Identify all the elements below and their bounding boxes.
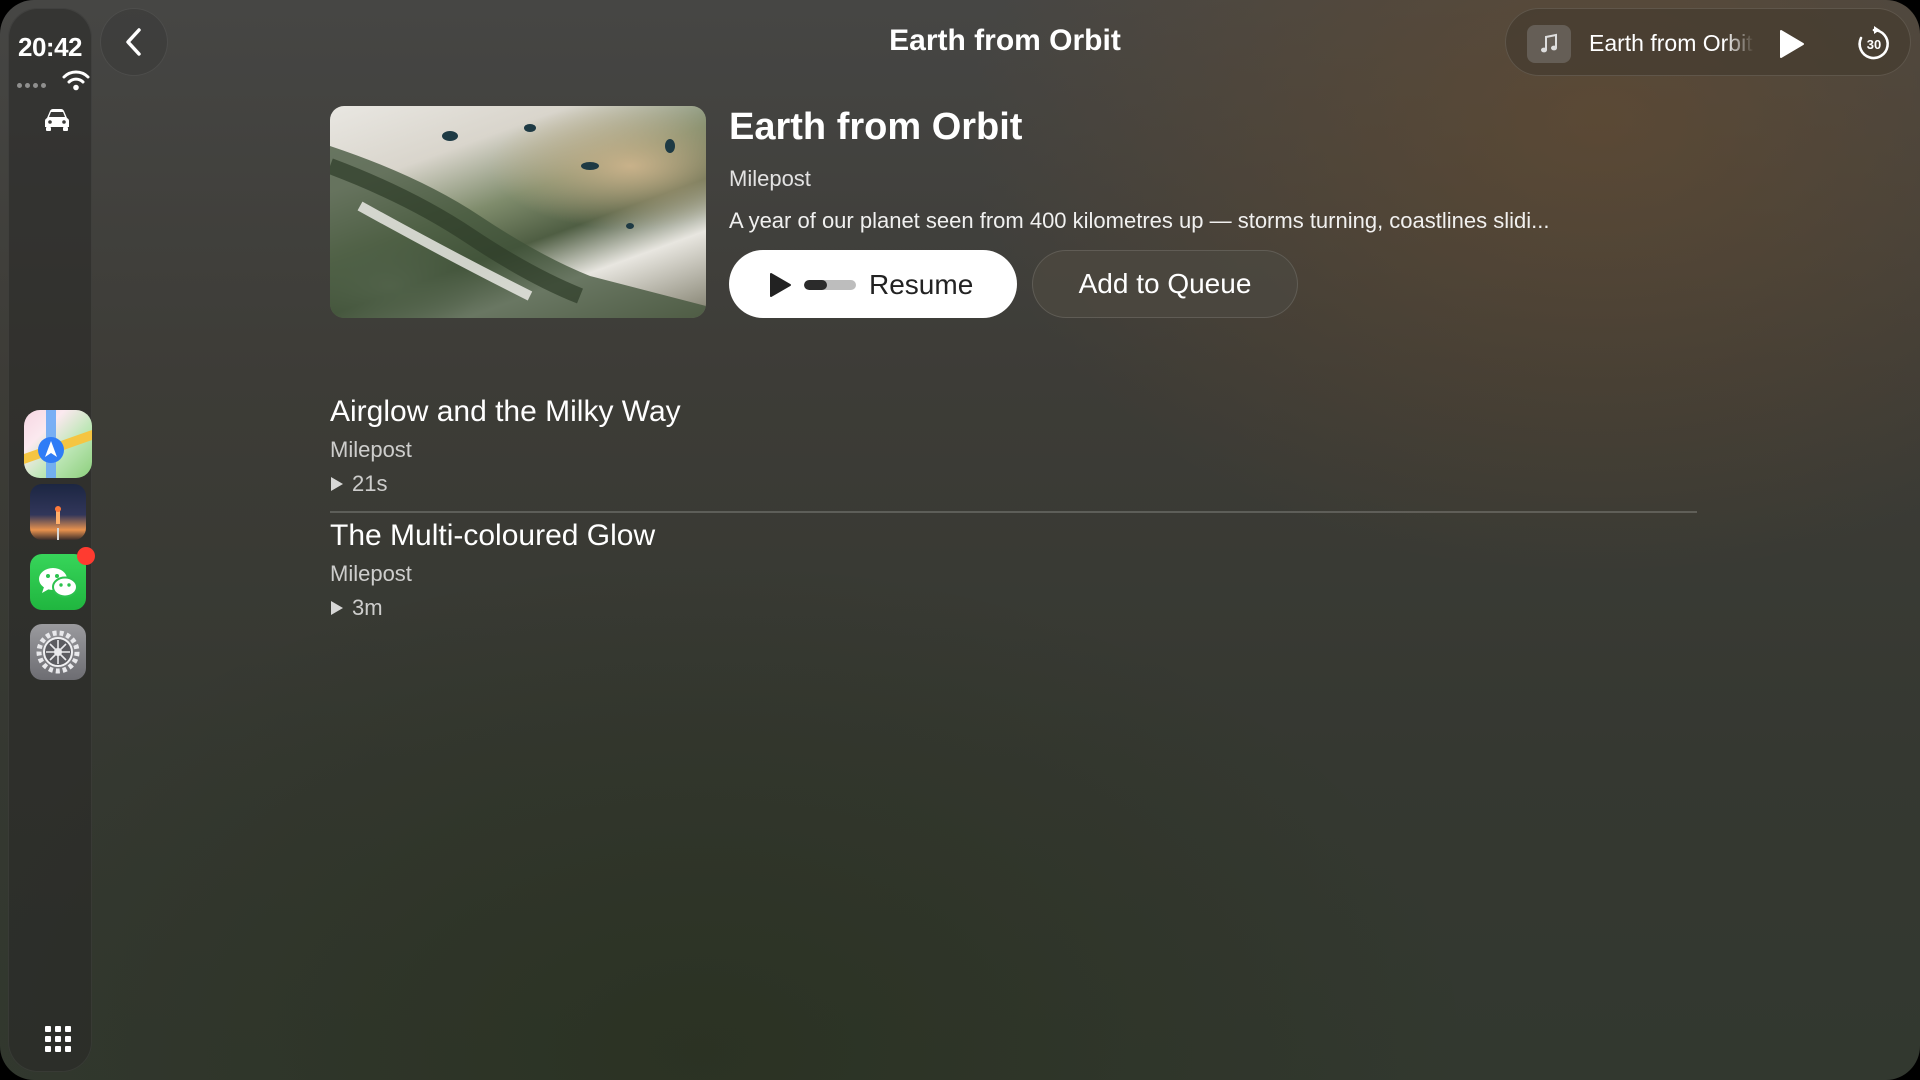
show-artwork [330,106,706,318]
episode-duration-label: 21s [352,471,388,496]
settings-app-icon[interactable] [30,624,86,680]
episode-duration: 3m [330,595,383,621]
play-icon [770,273,791,297]
app-grid-icon[interactable] [45,1026,71,1052]
chat-bubbles-icon [39,568,78,598]
status-time: 20:42 [18,32,83,62]
resume-button[interactable]: Resume [729,250,1017,318]
gear-icon [36,630,80,674]
episode-author: Milepost [330,561,412,586]
maps-icon [24,410,92,478]
episode-list-item[interactable]: The Multi-coloured Glow Milepost 3m [330,517,1697,637]
now-playing-widget[interactable]: Earth from Orbit 30 [1505,8,1911,76]
episode-duration: 21s [330,471,387,497]
episode-title: Airglow and the Milky Way [330,395,681,428]
episode-duration-label: 3m [352,595,383,620]
episode-author: Milepost [330,437,412,462]
play-icon [331,601,343,615]
resume-progress-fill [804,280,828,290]
page-title: Earth from Orbit [889,24,1121,57]
back-button[interactable] [100,8,168,76]
now-playing-app-icon[interactable] [30,484,86,540]
lighthouse-icon [55,506,61,540]
play-icon [331,477,343,491]
skip-forward-30-icon[interactable]: 30 [1855,25,1893,63]
car-icon [45,109,69,131]
maps-app-icon[interactable] [24,410,92,478]
play-icon[interactable] [1775,28,1807,60]
carplay-screen: 20:42 Earth from Orbit Earth from Orbit … [0,0,1920,1080]
music-note-icon [1541,33,1557,53]
skip-seconds-label: 30 [1867,37,1881,52]
show-author: Milepost [729,166,811,191]
episode-list-item[interactable]: Airglow and the Milky Way Milepost 21s [330,393,1697,513]
resume-progress-bar [804,280,856,290]
wechat-app-icon[interactable] [30,547,95,610]
notification-badge [77,547,95,565]
cellular-signal-icon [17,83,51,89]
wifi-icon [62,70,90,91]
chevron-left-icon [126,28,141,56]
show-title: Earth from Orbit [729,106,1023,148]
satellite-image [330,124,706,318]
now-playing-title: Earth from Orbit [1589,30,1753,56]
episode-title: The Multi-coloured Glow [330,519,656,552]
now-playing-artwork [1527,25,1571,63]
resume-label: Resume [869,269,974,300]
sidebar: 20:42 [8,8,95,1072]
show-description: A year of our planet seen from 400 kilom… [729,208,1550,233]
add-to-queue-button[interactable]: Add to Queue [1032,250,1298,318]
